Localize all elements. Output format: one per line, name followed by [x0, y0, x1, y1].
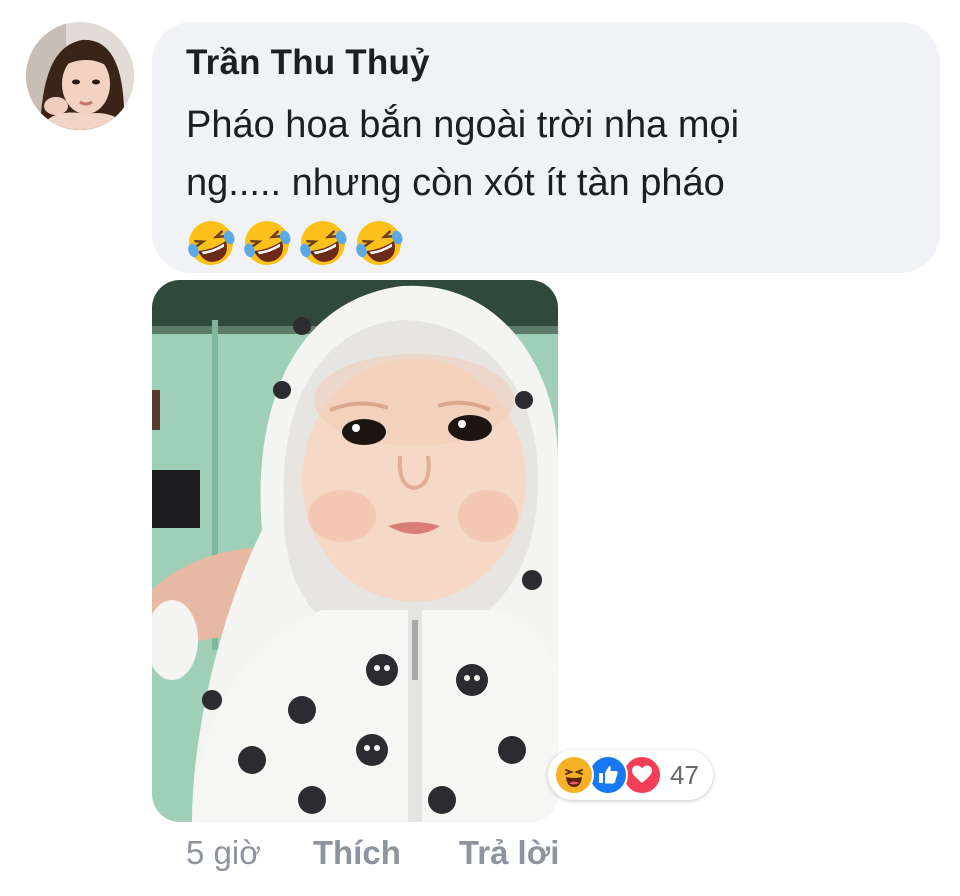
reply-button[interactable]: Trả lời: [459, 834, 560, 872]
baby-photo-image: [152, 280, 558, 822]
comment-actions: 5 giờ Thích Trả lời: [186, 828, 617, 878]
avatar-image: [26, 22, 134, 130]
author-name[interactable]: Trần Thu Thuỷ: [186, 42, 906, 84]
like-button[interactable]: Thích: [313, 834, 401, 872]
haha-icon: [554, 755, 594, 795]
comment-text-line-2: ng..... nhưng còn xót ít tàn pháo: [186, 162, 725, 204]
rolling-laughing-emoji-icon: [300, 221, 347, 265]
love-icon: [622, 755, 662, 795]
comment-timestamp[interactable]: 5 giờ: [186, 834, 261, 872]
emoji-row: [186, 218, 906, 268]
attached-photo[interactable]: [152, 280, 558, 822]
reaction-count: 47: [670, 759, 699, 790]
like-icon: [588, 755, 628, 795]
reactions-summary[interactable]: 47: [548, 750, 713, 800]
comment-bubble: Trần Thu Thuỷ Pháo hoa bắn ngoài trời nh…: [152, 22, 940, 273]
comment-text: Pháo hoa bắn ngoài trời nha mọi ng..... …: [186, 96, 866, 212]
comment-text-line-1: Pháo hoa bắn ngoài trời nha mọi: [186, 104, 740, 146]
author-avatar[interactable]: [26, 22, 134, 130]
rolling-laughing-emoji-icon: [244, 221, 291, 265]
rolling-laughing-emoji-icon: [188, 221, 235, 265]
rolling-laughing-emoji-icon: [356, 221, 403, 265]
